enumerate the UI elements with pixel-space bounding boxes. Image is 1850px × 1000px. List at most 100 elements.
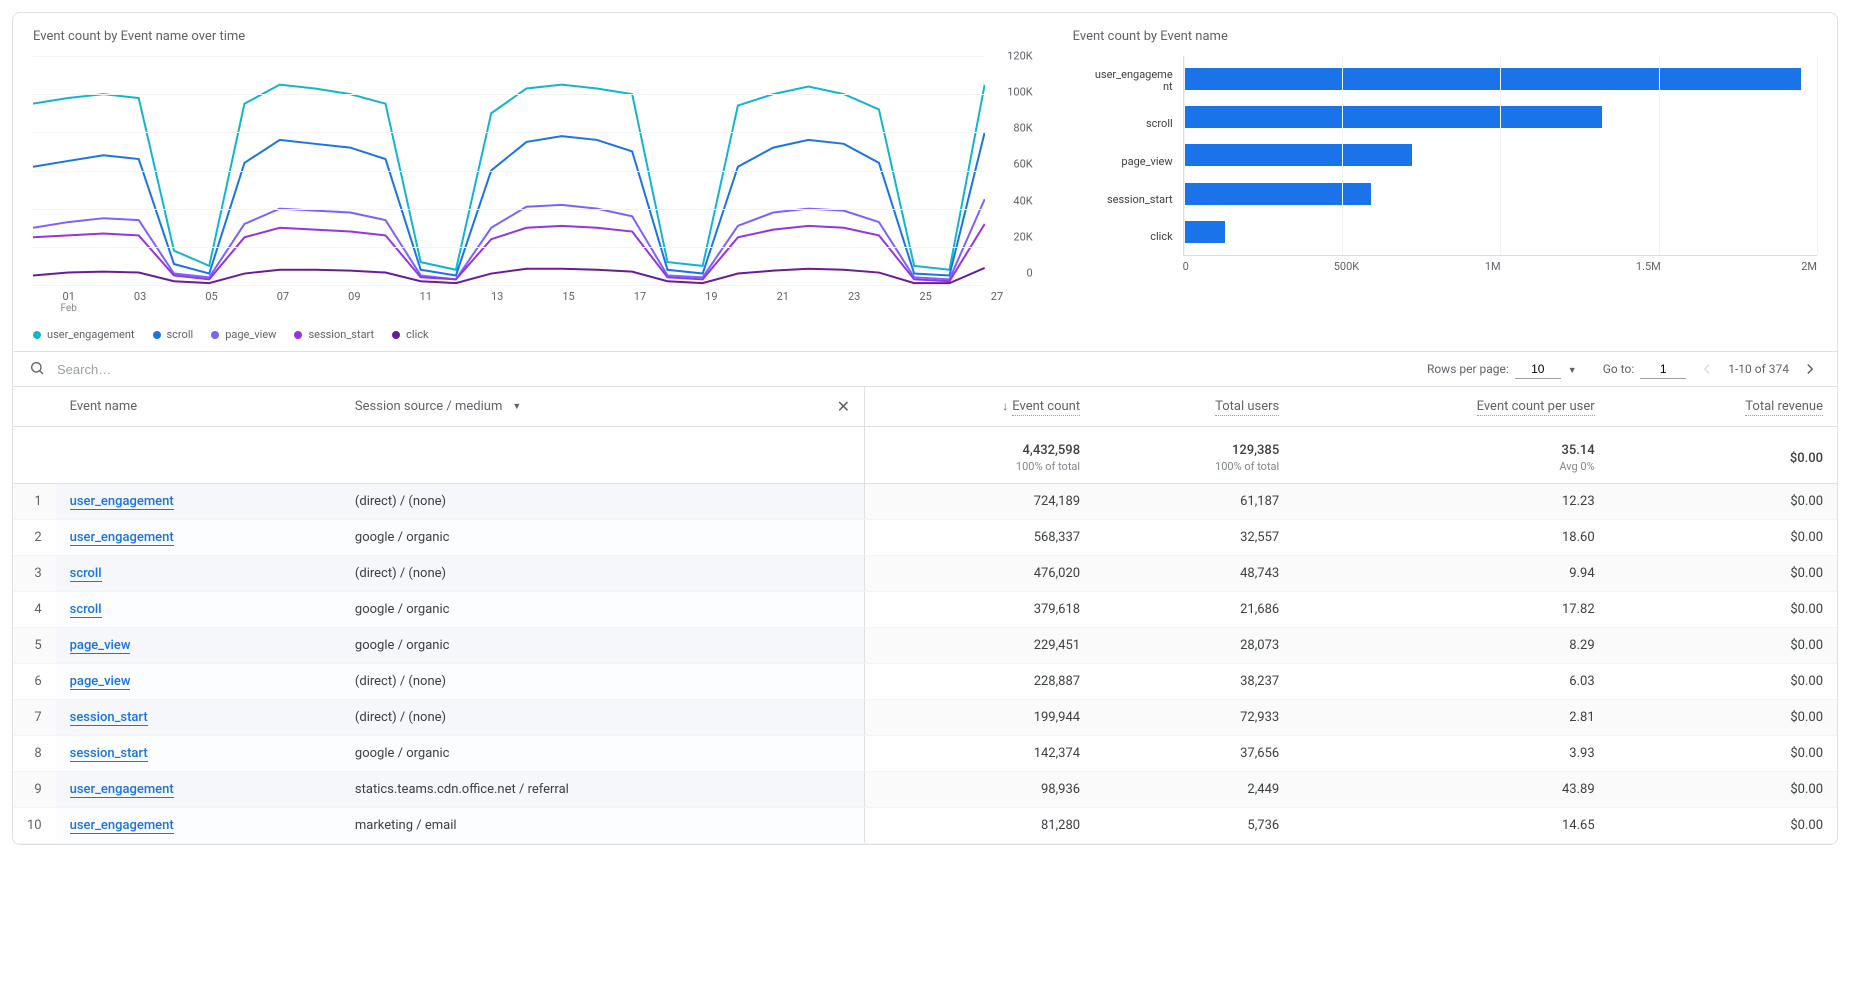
bar-chart-body[interactable]: user_engageme ntscrollpage_viewsession_s…: [1073, 56, 1817, 256]
legend-item[interactable]: user_engagement: [33, 328, 135, 341]
xaxis-tick: 01Feb: [33, 290, 104, 314]
event-link[interactable]: user_engagement: [70, 530, 174, 546]
legend-item[interactable]: page_view: [211, 328, 276, 341]
next-page-button[interactable]: [1799, 358, 1821, 380]
event-link[interactable]: user_engagement: [70, 818, 174, 834]
event-link[interactable]: scroll: [70, 602, 102, 618]
row-index: 1: [13, 484, 56, 520]
col-source-medium[interactable]: Session source / medium ▼ ✕: [341, 387, 865, 427]
xaxis-tick: 19: [676, 290, 747, 314]
table-row: 4scrollgoogle / organic379,61821,68617.8…: [13, 592, 1837, 628]
cell-revenue: $0.00: [1609, 484, 1837, 520]
cell-per-user: 8.29: [1293, 628, 1608, 664]
goto-label: Go to:: [1603, 362, 1635, 376]
event-link[interactable]: session_start: [70, 710, 148, 726]
xaxis-tick: 11: [390, 290, 461, 314]
legend-label: click: [406, 328, 428, 341]
table-toolbar: Rows per page: ▼ Go to: 1-10 of 374: [13, 351, 1837, 387]
row-index: 5: [13, 628, 56, 664]
cell-per-user: 12.23: [1293, 484, 1608, 520]
table-row: 3scroll(direct) / (none)476,02048,7439.9…: [13, 556, 1837, 592]
table-summary-row: 4,432,598 100% of total 129,385 100% of …: [13, 427, 1837, 484]
bar[interactable]: [1184, 144, 1412, 166]
yaxis-tick: 120K: [993, 50, 1033, 63]
bar-chart-panel: Event count by Event name user_engageme …: [1053, 13, 1837, 351]
legend-item[interactable]: session_start: [294, 328, 374, 341]
rows-per-page-select[interactable]: [1515, 360, 1561, 379]
cell-total-users: 37,656: [1094, 736, 1293, 772]
cell-event-count: 142,374: [864, 736, 1094, 772]
col-total-users[interactable]: Total users: [1094, 387, 1293, 427]
legend-label: scroll: [167, 328, 194, 341]
cell-event-name: user_engagement: [56, 520, 341, 556]
table-row: 8session_startgoogle / organic142,37437,…: [13, 736, 1837, 772]
cell-total-users: 48,743: [1094, 556, 1293, 592]
legend-item[interactable]: click: [392, 328, 428, 341]
legend-label: session_start: [308, 328, 374, 341]
prev-page-button[interactable]: [1696, 358, 1718, 380]
cell-source-medium: (direct) / (none): [341, 664, 865, 700]
event-link[interactable]: page_view: [70, 638, 131, 654]
events-table: Event name Session source / medium ▼ ✕ ↓…: [13, 387, 1837, 844]
line-chart-legend: user_engagement scroll page_view session_st…: [33, 328, 1033, 341]
xaxis-tick: 23: [818, 290, 889, 314]
xaxis-tick: 03: [104, 290, 175, 314]
bar[interactable]: [1184, 221, 1225, 243]
summary-event-count: 4,432,598 100% of total: [864, 427, 1094, 484]
bar-chart-categories: user_engageme ntscrollpage_viewsession_s…: [1073, 56, 1183, 256]
event-link[interactable]: page_view: [70, 674, 131, 690]
col-per-user[interactable]: Event count per user: [1293, 387, 1608, 427]
bar-category-label: page_view: [1073, 156, 1173, 168]
goto-input[interactable]: [1640, 360, 1686, 379]
pagination-range: 1-10 of 374: [1728, 362, 1789, 376]
line-chart-panel: Event count by Event name over time 120K…: [13, 13, 1053, 351]
cell-total-users: 5,736: [1094, 808, 1293, 844]
legend-item[interactable]: scroll: [153, 328, 194, 341]
table-row: 10user_engagementmarketing / email81,280…: [13, 808, 1837, 844]
cell-event-count: 229,451: [864, 628, 1094, 664]
cell-revenue: $0.00: [1609, 520, 1837, 556]
cell-event-count: 476,020: [864, 556, 1094, 592]
remove-dimension-button[interactable]: ✕: [837, 397, 850, 416]
col-event-count[interactable]: ↓Event count: [864, 387, 1094, 427]
bar[interactable]: [1184, 106, 1602, 128]
cell-total-users: 28,073: [1094, 628, 1293, 664]
search-input[interactable]: [55, 361, 255, 378]
cell-revenue: $0.00: [1609, 592, 1837, 628]
cell-total-users: 32,557: [1094, 520, 1293, 556]
event-link[interactable]: scroll: [70, 566, 102, 582]
line-chart-body[interactable]: 120K100K80K60K40K20K0: [33, 56, 1033, 286]
cell-event-name: user_engagement: [56, 772, 341, 808]
cell-per-user: 43.89: [1293, 772, 1608, 808]
event-link[interactable]: user_engagement: [70, 782, 174, 798]
cell-source-medium: google / organic: [341, 736, 865, 772]
cell-source-medium: google / organic: [341, 520, 865, 556]
bar[interactable]: [1184, 68, 1801, 90]
event-link[interactable]: user_engagement: [70, 494, 174, 510]
cell-total-users: 21,686: [1094, 592, 1293, 628]
legend-label: page_view: [225, 328, 276, 341]
col-revenue[interactable]: Total revenue: [1609, 387, 1837, 427]
cell-event-name: session_start: [56, 736, 341, 772]
summary-per-user: 35.14 Avg 0%: [1293, 427, 1608, 484]
event-link[interactable]: session_start: [70, 746, 148, 762]
row-index: 4: [13, 592, 56, 628]
report-card: Event count by Event name over time 120K…: [12, 12, 1838, 845]
sort-desc-icon: ↓: [1002, 399, 1008, 413]
cell-revenue: $0.00: [1609, 664, 1837, 700]
line-chart-yaxis: 120K100K80K60K40K20K0: [985, 56, 1033, 286]
cell-source-medium: (direct) / (none): [341, 484, 865, 520]
bar-xaxis-tick: 1M: [1485, 260, 1636, 273]
cell-event-name: user_engagement: [56, 808, 341, 844]
line-chart-plot: [33, 56, 985, 286]
legend-dot-icon: [392, 331, 400, 339]
dropdown-icon: ▼: [1568, 366, 1577, 376]
col-event-name[interactable]: Event name: [56, 387, 341, 427]
yaxis-tick: 100K: [993, 86, 1033, 99]
cell-event-count: 98,936: [864, 772, 1094, 808]
bar-category-label: session_start: [1073, 194, 1173, 206]
table-row: 9user_engagementstatics.teams.cdn.office…: [13, 772, 1837, 808]
charts-row: Event count by Event name over time 120K…: [13, 13, 1837, 351]
cell-source-medium: google / organic: [341, 628, 865, 664]
cell-total-users: 61,187: [1094, 484, 1293, 520]
